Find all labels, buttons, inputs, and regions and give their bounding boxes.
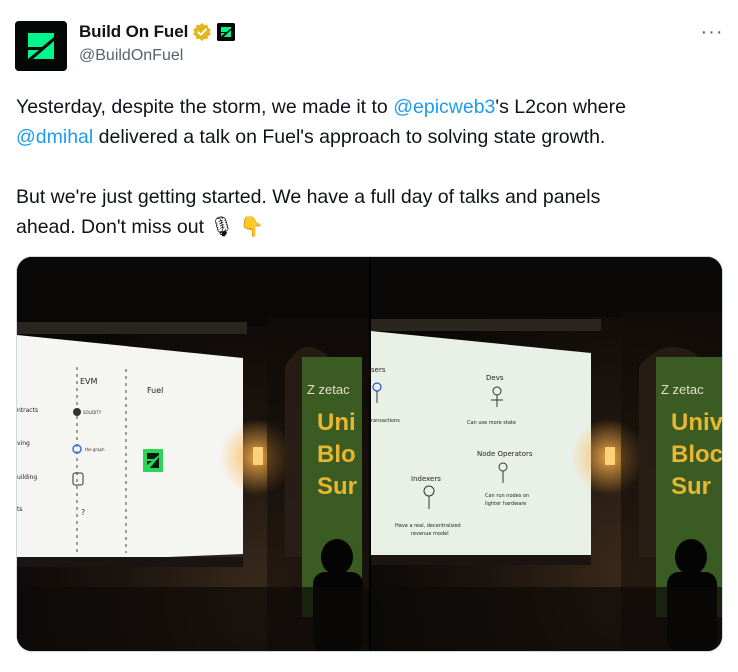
banner-text: Blo: [317, 441, 356, 468]
slide-label: Indexers: [411, 475, 441, 483]
slide-label: Can use more state: [467, 420, 516, 426]
banner-text: Uni: [317, 409, 356, 436]
verified-badge-icon[interactable]: [192, 22, 212, 42]
slide-row: uilding: [17, 474, 37, 481]
slide-label: Have a real, decentralized: [395, 523, 461, 529]
photo-right[interactable]: sers ransactions Devs Can use more state…: [371, 257, 723, 651]
slide-row: ts: [17, 506, 22, 513]
handle[interactable]: @BuildOnFuel: [79, 47, 235, 65]
slide-cell: ?: [81, 508, 85, 517]
text-segment: 's L2con where: [495, 96, 626, 118]
slide-label: lighter hardware: [485, 501, 526, 507]
affiliate-logo-icon[interactable]: [217, 23, 236, 41]
slide-label: Devs: [486, 374, 504, 382]
banner-text: Univ: [671, 409, 723, 436]
slide-cell: the graph: [85, 447, 105, 452]
text-segment: Yesterday, despite the storm, we made it…: [16, 96, 394, 118]
slide-label: Can run nodes on: [485, 493, 529, 499]
text-segment: ahead. Don't miss out: [16, 216, 210, 238]
media-grid: EVM Fuel ntracts ving uilding ts SOLIDIT…: [16, 256, 723, 652]
banner-text: Bloc: [671, 441, 723, 468]
microphone-emoji: 🎙: [209, 216, 235, 238]
text-segment: But we're just getting started. We have …: [16, 186, 601, 208]
slide-row: ving: [17, 440, 30, 447]
more-options-icon[interactable]: ···: [700, 22, 724, 42]
mention-link[interactable]: @epicweb3: [393, 96, 495, 118]
fuel-logo-icon: [15, 21, 67, 71]
slide-label: Node Operators: [477, 450, 533, 458]
tweet-text: Yesterday, despite the storm, we made it…: [16, 92, 716, 242]
photo-left[interactable]: EVM Fuel ntracts ving uilding ts SOLIDIT…: [17, 257, 369, 651]
mention-link[interactable]: @dmihal: [16, 126, 93, 148]
author-block: Build On Fuel @BuildOnFuel: [79, 20, 236, 65]
banner-text: Z zetac: [307, 382, 350, 397]
text-segment: delivered a talk on Fuel's approach to s…: [93, 126, 606, 148]
tweet-card: Build On Fuel @BuildOnFuel ··· Yesterday…: [0, 0, 738, 672]
slide-cell: SOLIDITY: [83, 410, 102, 415]
slide-label: sers: [371, 366, 386, 374]
avatar[interactable]: [15, 21, 67, 71]
pointing-down-emoji: 👇: [239, 216, 264, 238]
slide-row: ntracts: [17, 407, 38, 414]
banner-text: Z zetac: [661, 382, 704, 397]
slide-head: EVM: [80, 377, 98, 386]
slide-label: ransactions: [371, 418, 400, 424]
slide-head: Fuel: [147, 386, 163, 395]
display-name[interactable]: Build On Fuel: [79, 22, 188, 42]
banner-text: Sur: [317, 473, 357, 500]
banner-text: Sur: [671, 473, 711, 500]
slide-label: revenue model: [411, 531, 449, 537]
